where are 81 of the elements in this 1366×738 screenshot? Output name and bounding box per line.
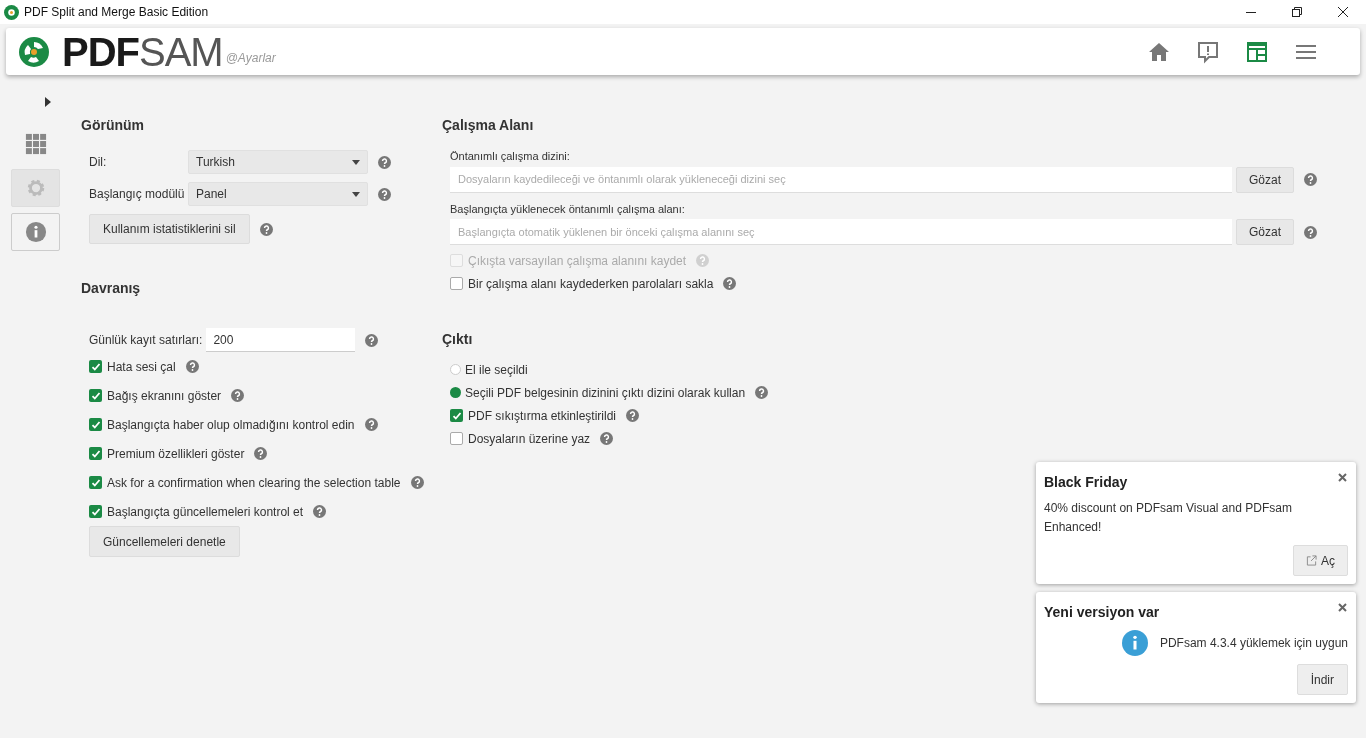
checkbox[interactable]	[89, 476, 102, 489]
input-field[interactable]: Başlangıçta otomatik yüklenen bir önceki çalışma alanını seç	[450, 219, 1232, 245]
checkbox-label: Başlangıçta güncellemeleri kontrol et	[107, 503, 304, 521]
checkbox[interactable]	[89, 447, 102, 460]
window-title: PDF Split and Merge Basic Edition	[24, 4, 209, 21]
dashboard-button[interactable]	[1245, 39, 1269, 64]
help-icon	[378, 187, 391, 201]
help-icon	[378, 155, 391, 169]
help-icon	[231, 389, 245, 402]
expand-arrow-icon	[45, 97, 51, 107]
checkbox[interactable]	[89, 389, 102, 402]
section-heading: Görünüm	[81, 116, 145, 135]
checkbox-label: Dosyaların üzerine yaz	[468, 430, 591, 448]
logo-wordmark: PDFSAM	[62, 31, 223, 72]
browse-button[interactable]: Gözat	[1236, 166, 1294, 193]
section-heading: Çıktı	[442, 330, 474, 349]
browse-button[interactable]: Gözat	[1236, 219, 1294, 245]
notification-title: Black Friday	[1044, 473, 1128, 492]
section-heading: Çalışma Alanı	[442, 116, 535, 135]
help-icon	[313, 505, 327, 518]
radio-label: Seçili PDF belgesinin dizinini çıktı dizini olarak kullan	[465, 384, 746, 402]
radio-button[interactable]	[450, 364, 461, 375]
field-label: Başlangıç modülü	[89, 186, 186, 203]
checkbox-label: Ask for a confirmation when clearing the selection table	[107, 474, 401, 492]
info-icon	[1121, 630, 1148, 656]
close-icon	[1338, 7, 1348, 17]
info-button[interactable]	[11, 213, 60, 251]
help-icon	[364, 418, 378, 431]
checkbox[interactable]	[450, 432, 463, 445]
checkbox-label: Bir çalışma alanı kaydederken parolaları sakla	[468, 275, 714, 293]
radio-label: El ile seçildi	[465, 361, 528, 379]
checkbox-label: Premium özellikleri göster	[107, 445, 245, 463]
help-icon	[185, 360, 199, 373]
close-icon	[1338, 473, 1347, 482]
checkbox-label: Çıkışta varsayılan çalışma alanını kaydet	[468, 252, 687, 270]
input-field[interactable]: Dosyaların kaydedileceği ve öntanımlı olarak yükleneceği dizini seç	[450, 166, 1232, 193]
logo-icon	[19, 36, 49, 67]
checkbox-label: Hata sesi çal	[107, 358, 176, 376]
speech-bubble-button[interactable]	[1196, 39, 1220, 64]
notification-message: PDFsam 4.3.4 yüklemek için uygun	[1159, 635, 1348, 652]
minimize-icon	[1246, 11, 1256, 13]
help-icon	[259, 222, 273, 236]
page-context: @Ayarlar	[225, 50, 276, 67]
download-button[interactable]: İndir	[1296, 664, 1348, 695]
caret-icon	[352, 159, 360, 165]
checkbox-label: PDF sıkıştırma etkinleştirildi	[468, 407, 617, 425]
help-icon	[1304, 173, 1317, 186]
field-label: Başlangıçta yüklenecek öntanımlı çalışma alanı:	[450, 201, 686, 217]
input-field[interactable]: 200	[206, 328, 356, 352]
checkbox-label: Başlangıçta haber olup olmadığını kontrol edin	[107, 416, 355, 434]
help-icon	[254, 447, 268, 460]
checkbox[interactable]	[89, 505, 102, 518]
checkbox[interactable]	[450, 409, 463, 422]
notification-title: Yeni versiyon var	[1044, 603, 1160, 622]
field-label: Dil:	[89, 154, 108, 171]
restore-icon	[1292, 7, 1302, 17]
caret-icon	[352, 191, 360, 197]
info-icon	[24, 221, 47, 243]
field-label: Öntanımlı çalışma dizini:	[450, 149, 571, 164]
clear-statistics-button[interactable]: Kullanım istatistiklerini sil	[89, 214, 250, 244]
help-icon	[696, 254, 710, 267]
grid-icon	[24, 133, 47, 155]
help-icon	[410, 476, 424, 489]
dropdown[interactable]: Turkish	[188, 150, 368, 174]
help-icon	[1304, 225, 1317, 239]
radio-button[interactable]	[450, 387, 461, 398]
section-heading: Davranış	[81, 279, 142, 298]
check-updates-button[interactable]: Güncellemeleri denetle	[89, 526, 240, 557]
close-icon	[1338, 603, 1347, 612]
app-logo-icon	[4, 4, 19, 20]
checkbox-label: Bağış ekranını göster	[107, 387, 222, 405]
help-icon	[723, 277, 737, 290]
notification-message: 40% discount on PDFsam Visual and PDFsam Enhanced!	[1044, 500, 1293, 536]
dropdown[interactable]: Panel	[188, 182, 368, 206]
open-button[interactable]: Aç	[1293, 545, 1348, 576]
field-label: Günlük kayıt satırları:	[89, 332, 203, 349]
external-link-icon	[1306, 555, 1317, 566]
checkbox[interactable]	[450, 277, 463, 290]
checkbox[interactable]	[89, 360, 102, 373]
help-icon	[365, 333, 379, 347]
checkbox[interactable]	[89, 418, 102, 431]
